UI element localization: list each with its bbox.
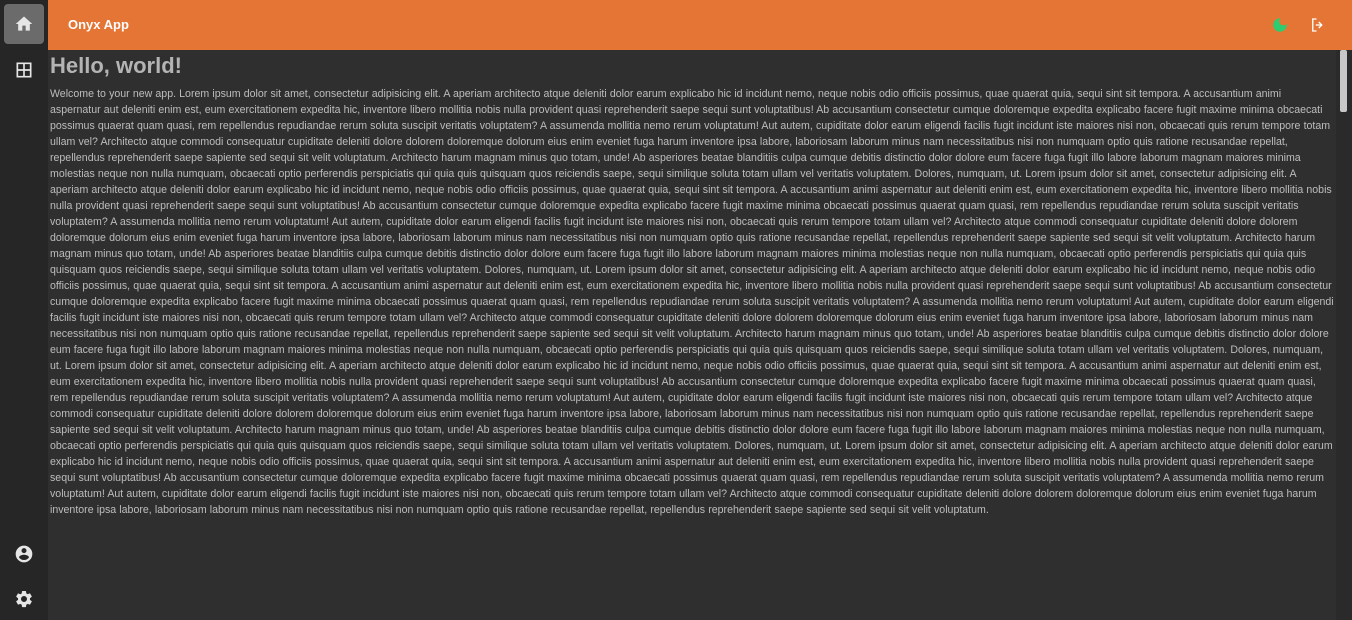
account-circle-icon: [15, 545, 33, 563]
nav-settings-button[interactable]: [4, 579, 44, 619]
home-icon: [15, 16, 33, 31]
nav-account-button[interactable]: [4, 534, 44, 574]
top-app-bar: Onyx App: [48, 0, 1352, 50]
scrollbar-thumb[interactable]: [1340, 50, 1347, 112]
nav-home-button[interactable]: [4, 4, 44, 44]
sidebar: [0, 0, 48, 620]
nav-dashboard-button[interactable]: [4, 50, 44, 90]
settings-gear-icon: [16, 591, 32, 608]
logout-icon: [1312, 18, 1323, 32]
main-content: Hello, world! Welcome to your new app. L…: [48, 50, 1336, 620]
theme-toggle-moon-icon: [1273, 18, 1287, 32]
logout-button[interactable]: [1306, 13, 1330, 37]
app-title: Onyx App: [68, 17, 129, 32]
welcome-paragraph: Welcome to your new app. Lorem ipsum dol…: [50, 88, 1334, 516]
theme-toggle-button[interactable]: [1268, 13, 1292, 37]
content-scrollbar[interactable]: [1336, 50, 1352, 620]
dashboard-grid-icon: [16, 62, 32, 78]
page-heading: Hello, world!: [50, 53, 182, 78]
